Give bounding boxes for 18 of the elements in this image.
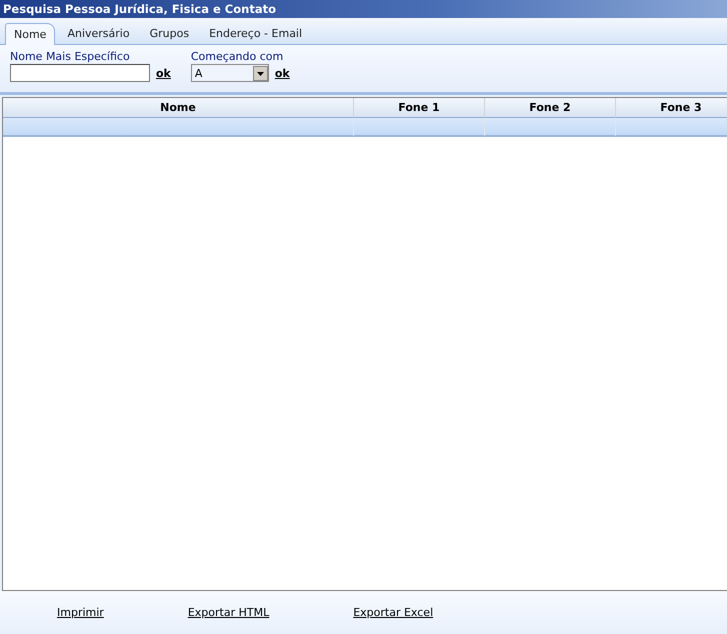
window-title: Pesquisa Pessoa Jurídica, Fisica e Contato [0,0,727,18]
column-header[interactable]: Fone 1 [354,98,485,118]
footer-link[interactable]: Exportar HTML [188,606,270,619]
letter-dropdown[interactable]: A [190,64,269,82]
tab[interactable]: Endereço - Email [201,23,310,44]
field-label: Nome Mais Específico [10,50,131,64]
tab[interactable]: Grupos [142,23,198,44]
name-field[interactable] [10,64,150,82]
column-header[interactable]: Fone 2 [485,98,616,118]
footer-link[interactable]: Exportar Excel [353,606,434,619]
footer-link[interactable]: Imprimir [57,606,104,619]
field-label: Começando com [190,50,284,64]
tab[interactable]: Aniversário [59,23,138,44]
ok-link[interactable]: ok [274,66,290,80]
column-header[interactable]: Nome [3,98,354,118]
ok-link[interactable]: ok [156,66,171,80]
column-header[interactable]: Fone 3 [616,98,727,118]
tab[interactable]: Nome [5,23,56,45]
